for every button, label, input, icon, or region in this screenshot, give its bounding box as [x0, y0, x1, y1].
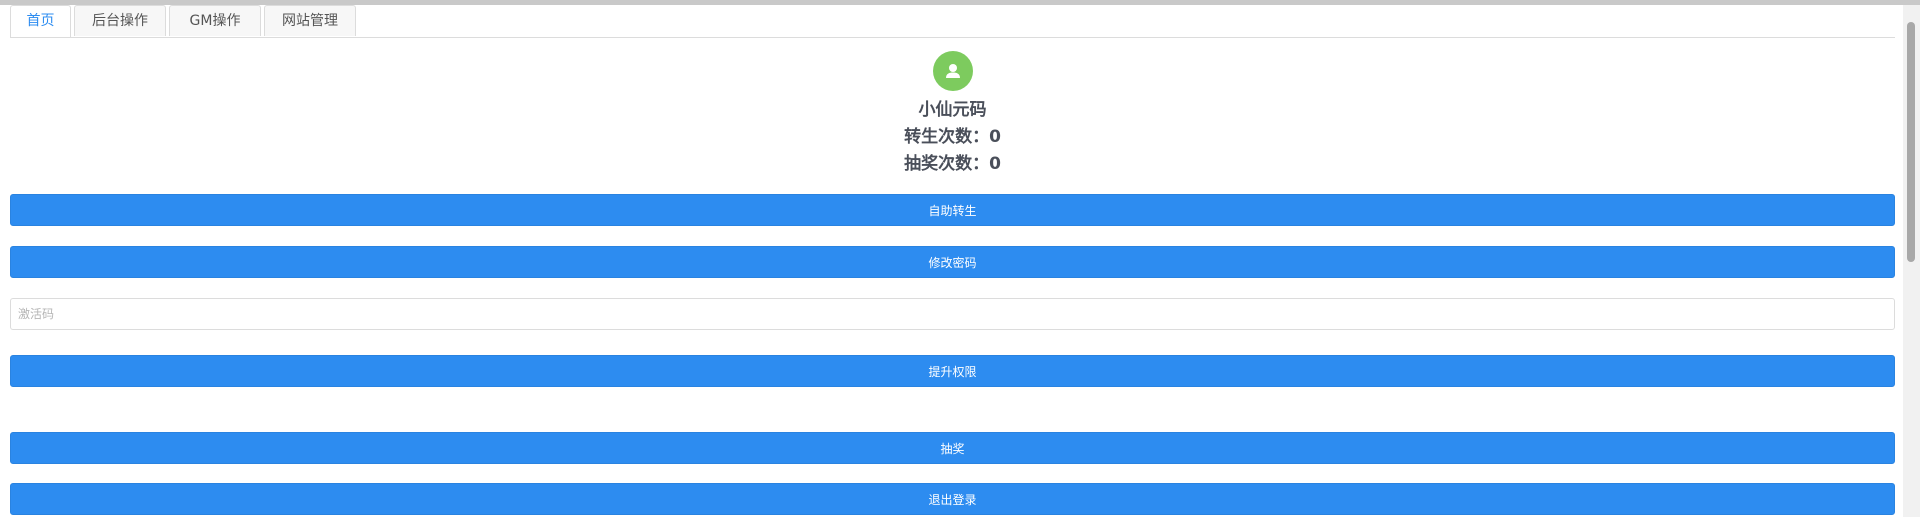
tab-gm-operations[interactable]: GM操作 — [169, 5, 261, 36]
lottery-button[interactable]: 抽奖 — [10, 432, 1895, 464]
logout-button[interactable]: 退出登录 — [10, 483, 1895, 515]
self-rebirth-button[interactable]: 自助转生 — [10, 194, 1895, 226]
activation-code-input[interactable] — [10, 298, 1895, 330]
tab-site-management[interactable]: 网站管理 — [264, 5, 356, 36]
scrollbar-thumb[interactable] — [1907, 22, 1915, 262]
tab-backend-operations[interactable]: 后台操作 — [74, 5, 166, 36]
user-icon — [946, 64, 960, 78]
page: 首页 后台操作 GM操作 网站管理 小仙元码 转生次数：0 抽奖次数：0 自助转… — [0, 0, 1920, 517]
upgrade-permission-button[interactable]: 提升权限 — [10, 355, 1895, 387]
tab-bar: 首页 后台操作 GM操作 网站管理 — [10, 5, 1895, 38]
tab-home[interactable]: 首页 — [10, 5, 71, 37]
lottery-count: 抽奖次数：0 — [904, 154, 1001, 174]
vertical-scrollbar[interactable] — [1903, 5, 1920, 517]
rebirth-count: 转生次数：0 — [904, 127, 1001, 147]
username: 小仙元码 — [918, 100, 987, 120]
change-password-button[interactable]: 修改密码 — [10, 246, 1895, 278]
avatar — [933, 51, 973, 91]
